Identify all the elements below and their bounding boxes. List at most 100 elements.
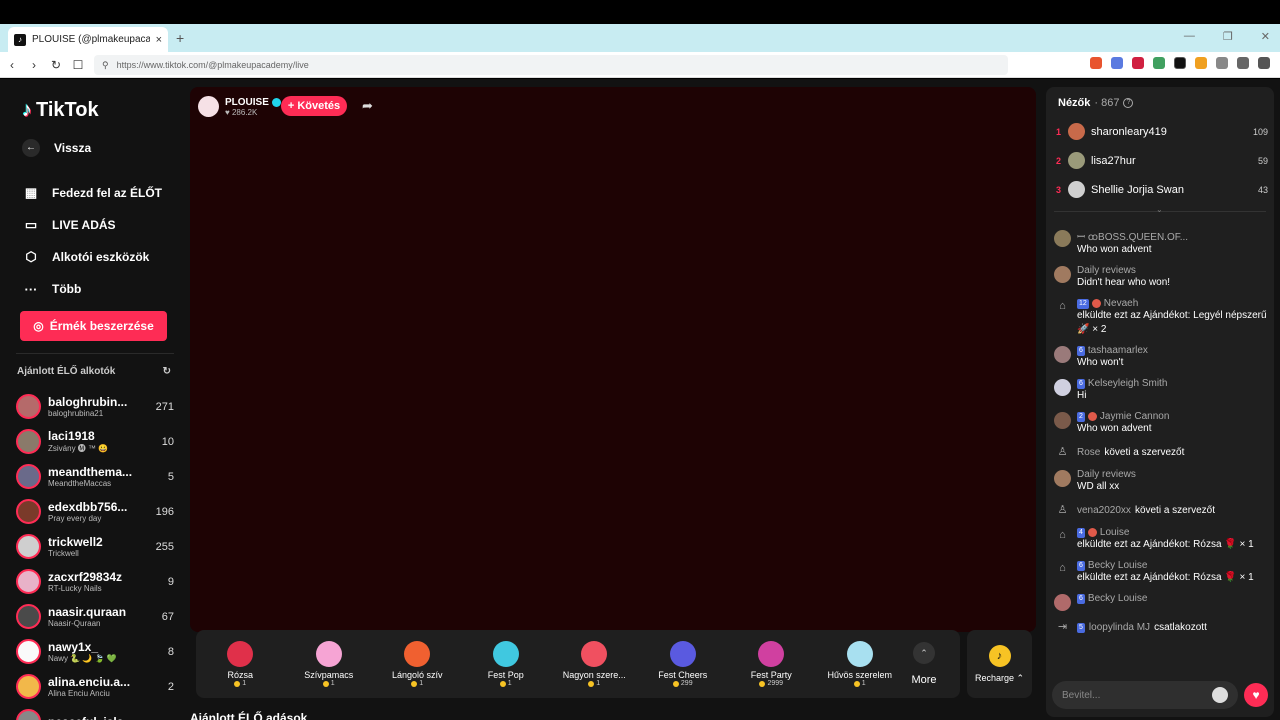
new-tab-button[interactable]: + bbox=[176, 30, 184, 46]
like-heart-button[interactable]: ♥ bbox=[1244, 683, 1268, 707]
maximize-icon[interactable]: ❐ bbox=[1223, 30, 1233, 43]
creator-avatar[interactable] bbox=[16, 534, 41, 559]
sidebar-item-explore-live[interactable]: ▦ Fedezd fel az ÉLŐT bbox=[22, 177, 162, 209]
sidebar-item-more[interactable]: ··· Több bbox=[22, 273, 162, 305]
chat-avatar[interactable] bbox=[1054, 346, 1071, 363]
chat-avatar[interactable] bbox=[1054, 266, 1071, 283]
more-gifts-button[interactable]: ⌃ More bbox=[904, 642, 944, 686]
sidebar-item-go-live[interactable]: ▭ LIVE ADÁS bbox=[22, 209, 162, 241]
chat-username[interactable]: Nevaeh bbox=[1104, 298, 1138, 309]
creator-avatar[interactable] bbox=[16, 639, 41, 664]
gift-item[interactable]: Szívpamacs 1 bbox=[285, 641, 374, 687]
emoji-icon[interactable] bbox=[1212, 687, 1228, 703]
back-button[interactable]: ← Vissza bbox=[22, 139, 91, 157]
chat-avatar[interactable] bbox=[1054, 470, 1071, 487]
chat-username[interactable]: vena2020xx bbox=[1077, 505, 1131, 516]
follow-button[interactable]: + Követés bbox=[281, 96, 347, 116]
viewer-avatar[interactable] bbox=[1068, 181, 1085, 198]
chat-username[interactable]: loopylinda MJ bbox=[1089, 622, 1150, 633]
browser-tab[interactable]: ♪ PLOUISE (@plmakeupacademy) × bbox=[8, 27, 168, 52]
share-icon[interactable]: ➦ bbox=[362, 98, 373, 114]
recommended-creator[interactable]: baloghrubin... baloghrubina21 271 bbox=[16, 389, 174, 424]
recommended-creator[interactable]: edexdbb756... Pray every day 196 bbox=[16, 494, 174, 529]
creator-avatar[interactable] bbox=[16, 499, 41, 524]
expand-chevron-icon[interactable]: ⌄ bbox=[1156, 205, 1163, 214]
live-video-stage[interactable]: PLOUISE ♥ 286.2K + Követés ➦ bbox=[190, 87, 1036, 632]
gift-item[interactable]: Fest Cheers 299 bbox=[639, 641, 728, 687]
viewer-name[interactable]: lisa27hur bbox=[1091, 155, 1252, 167]
recommended-creator[interactable]: meandthema... MeandtheMaccas 5 bbox=[16, 459, 174, 494]
extension-icon[interactable] bbox=[1132, 57, 1144, 69]
viewer-avatar[interactable] bbox=[1068, 123, 1085, 140]
menu-icon[interactable] bbox=[1258, 57, 1270, 69]
recommended-creator[interactable]: naasir.quraan Naasir-Quraan 67 bbox=[16, 599, 174, 634]
chat-username[interactable]: Louise bbox=[1100, 527, 1129, 538]
chat-username[interactable]: Daily reviews bbox=[1077, 469, 1136, 480]
help-icon[interactable]: ? bbox=[1123, 98, 1134, 108]
creator-name[interactable]: baloghrubin... bbox=[48, 395, 147, 409]
reload-icon[interactable]: ↻ bbox=[46, 58, 66, 72]
creator-name[interactable]: peaceful_isla... bbox=[48, 715, 147, 720]
close-window-icon[interactable]: ✕ bbox=[1261, 30, 1270, 43]
creator-name[interactable]: trickwell2 bbox=[48, 535, 147, 549]
chat-avatar[interactable] bbox=[1054, 230, 1071, 247]
back-icon[interactable]: ‹ bbox=[2, 58, 22, 72]
chat-username[interactable]: Becky Louise bbox=[1088, 593, 1147, 604]
refresh-icon[interactable]: ↻ bbox=[163, 366, 171, 377]
puzzle-icon[interactable] bbox=[1216, 57, 1228, 69]
creator-name[interactable]: naasir.quraan bbox=[48, 605, 147, 619]
creator-avatar[interactable] bbox=[16, 709, 41, 720]
recommended-creator[interactable]: trickwell2 Trickwell 255 bbox=[16, 529, 174, 564]
recommended-creator[interactable]: laci1918 Zsivány 🅜 ™ 😀 10 bbox=[16, 424, 174, 459]
gift-item[interactable]: Lángoló szív 1 bbox=[373, 641, 462, 687]
creator-name[interactable]: meandthema... bbox=[48, 465, 147, 479]
gift-item[interactable]: Rózsa 1 bbox=[196, 641, 285, 687]
host-avatar[interactable] bbox=[198, 96, 219, 117]
top-viewer-row[interactable]: 1 sharonleary419 109 bbox=[1056, 117, 1268, 146]
chat-username[interactable]: Becky Louise bbox=[1088, 560, 1147, 571]
bookmark-icon[interactable]: ☐ bbox=[68, 58, 88, 72]
top-viewer-row[interactable]: 2 lisa27hur 59 bbox=[1056, 146, 1268, 175]
address-bar[interactable]: ⚲ https://www.tiktok.com/@plmakeupacadem… bbox=[94, 55, 1008, 75]
viewer-name[interactable]: Shellie Jorjia Swan bbox=[1091, 184, 1252, 196]
recommended-creator[interactable]: peaceful_isla... bbox=[16, 704, 174, 720]
tab-close-icon[interactable]: × bbox=[156, 34, 162, 46]
creator-name[interactable]: edexdbb756... bbox=[48, 500, 147, 514]
creator-name[interactable]: zacxrf29834z bbox=[48, 570, 147, 584]
creator-avatar[interactable] bbox=[16, 429, 41, 454]
gift-item[interactable]: Fest Pop 1 bbox=[462, 641, 551, 687]
viewer-name[interactable]: sharonleary419 bbox=[1091, 126, 1247, 138]
brave-shield-icon[interactable] bbox=[1090, 57, 1102, 69]
chat-username[interactable]: tashaamarlex bbox=[1088, 345, 1148, 356]
host-info[interactable]: PLOUISE ♥ 286.2K bbox=[198, 96, 281, 117]
extension-icon[interactable] bbox=[1174, 57, 1186, 69]
chat-username[interactable]: Kelseyleigh Smith bbox=[1088, 378, 1167, 389]
creator-name[interactable]: alina.enciu.a... bbox=[48, 675, 147, 689]
site-info-icon[interactable]: ⚲ bbox=[102, 60, 109, 71]
gift-item[interactable]: Hűvös szerelem 1 bbox=[816, 641, 905, 687]
creator-avatar[interactable] bbox=[16, 394, 41, 419]
recommended-creator[interactable]: nawy1x_ Nawy 🐍 🌙 🍃 💚 8 bbox=[16, 634, 174, 669]
chat-avatar[interactable] bbox=[1054, 594, 1071, 611]
creator-avatar[interactable] bbox=[16, 464, 41, 489]
forward-icon[interactable]: › bbox=[24, 58, 44, 72]
download-icon[interactable] bbox=[1237, 57, 1249, 69]
get-coins-button[interactable]: ◎ Érmék beszerzése bbox=[20, 311, 167, 341]
creator-name[interactable]: laci1918 bbox=[48, 429, 147, 443]
chat-username[interactable]: Daily reviews bbox=[1077, 265, 1136, 276]
extension-icon[interactable] bbox=[1195, 57, 1207, 69]
creator-avatar[interactable] bbox=[16, 674, 41, 699]
creator-name[interactable]: nawy1x_ bbox=[48, 640, 147, 654]
chat-username[interactable]: ꟷ ꝏBOSS.QUEEN.OF... bbox=[1077, 229, 1188, 243]
host-name[interactable]: PLOUISE bbox=[225, 97, 269, 108]
sidebar-item-creator-tools[interactable]: ⬡ Alkotói eszközök bbox=[22, 241, 162, 273]
chat-avatar[interactable] bbox=[1054, 412, 1071, 429]
recommended-creator[interactable]: alina.enciu.a... Alina Enciu Anciu 2 bbox=[16, 669, 174, 704]
viewer-avatar[interactable] bbox=[1068, 152, 1085, 169]
tiktok-logo[interactable]: ♪ TikTok bbox=[22, 99, 99, 122]
top-viewer-row[interactable]: 3 Shellie Jorjia Swan 43 bbox=[1056, 175, 1268, 204]
minimize-icon[interactable]: — bbox=[1184, 30, 1195, 43]
chat-username[interactable]: Jaymie Cannon bbox=[1100, 411, 1169, 422]
creator-avatar[interactable] bbox=[16, 604, 41, 629]
gift-item[interactable]: Nagyon szere... 1 bbox=[550, 641, 639, 687]
